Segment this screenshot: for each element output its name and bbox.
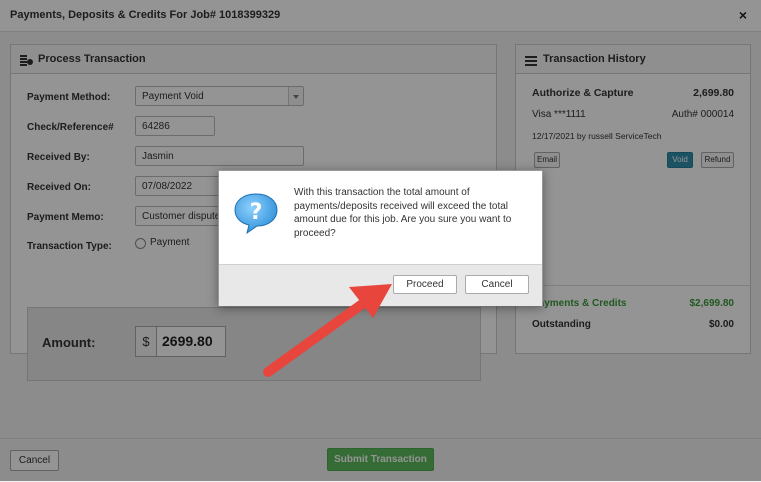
question-bubble-icon: ? xyxy=(233,191,279,240)
dialog-message: With this transaction the total amount o… xyxy=(294,187,512,239)
proceed-button[interactable]: Proceed xyxy=(393,275,457,294)
confirm-dialog: ? With this transaction the total amount… xyxy=(218,170,543,306)
dialog-cancel-button[interactable]: Cancel xyxy=(465,275,529,294)
svg-text:?: ? xyxy=(250,200,263,225)
dialog-button-bar: Proceed Cancel xyxy=(219,264,542,306)
